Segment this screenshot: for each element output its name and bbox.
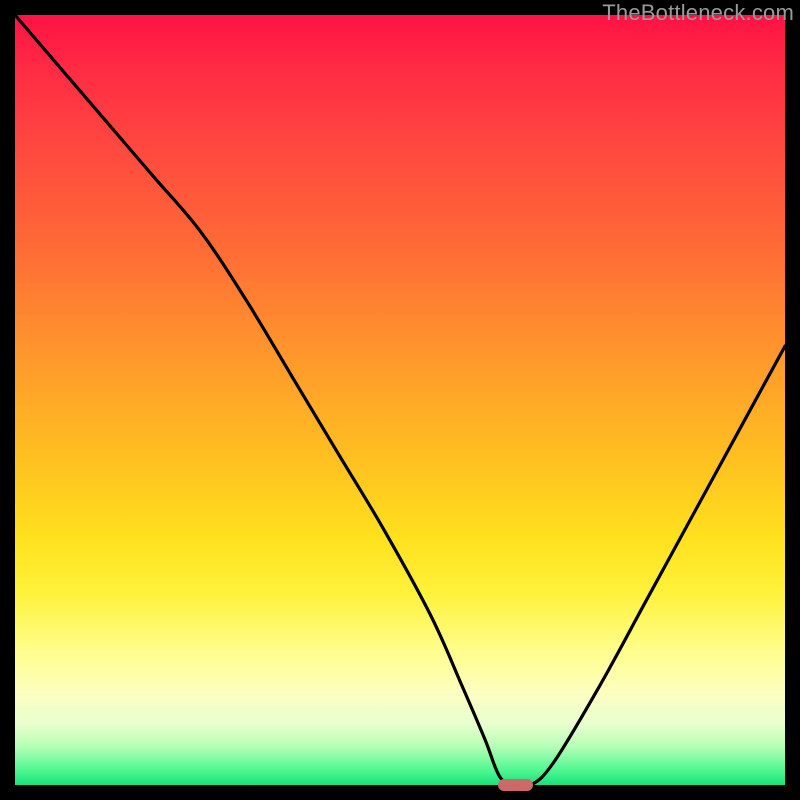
optimal-marker — [498, 779, 533, 791]
plot-area — [15, 15, 785, 785]
bottleneck-curve — [15, 15, 785, 785]
watermark-text: TheBottleneck.com — [602, 0, 794, 26]
chart-frame: TheBottleneck.com — [0, 0, 800, 800]
